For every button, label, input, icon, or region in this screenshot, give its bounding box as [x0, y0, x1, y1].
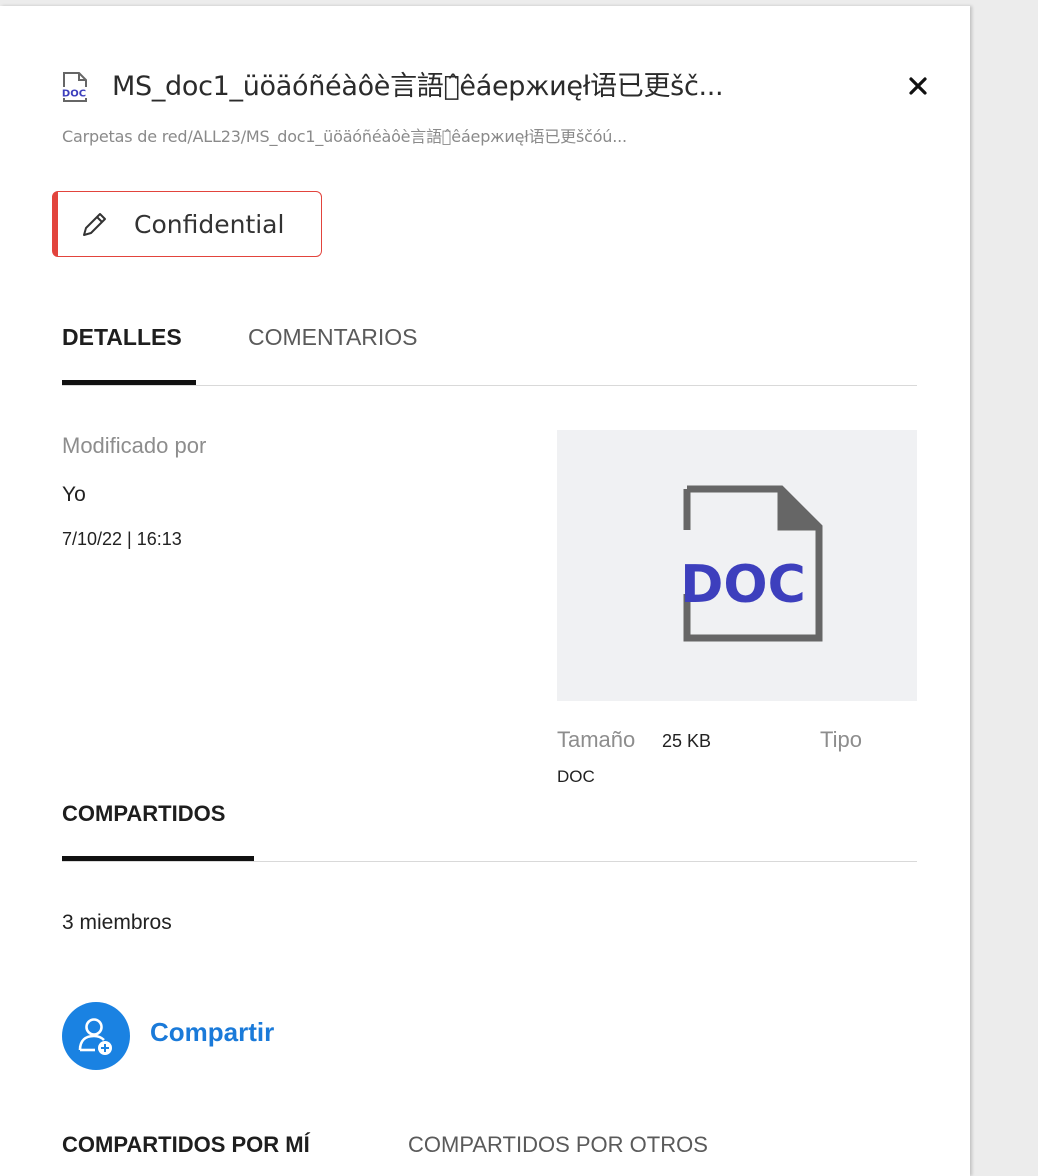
share-button-icon[interactable] [62, 1002, 130, 1070]
tab-shared-by-others[interactable]: COMPARTIDOS POR OTROS [408, 1132, 708, 1158]
file-icon-text: DOC [62, 89, 86, 100]
classification-button[interactable]: Confidential [52, 191, 322, 257]
shared-divider [62, 861, 917, 862]
share-button[interactable]: Compartir [150, 1017, 274, 1048]
shared-underline [62, 856, 254, 861]
shared-section-title: COMPARTIDOS [62, 801, 226, 826]
close-button[interactable] [902, 70, 934, 102]
type-value: DOC [557, 767, 595, 786]
file-preview: DOC [557, 430, 917, 701]
file-title: MS_doc1_üöäóñéàôè言語が̂êáержиęł语已更šč... [112, 71, 724, 102]
size-value: 25 KB [662, 731, 712, 751]
size-label: Tamaño [557, 727, 636, 752]
tabs-divider [62, 385, 917, 386]
background-area [975, 0, 1038, 1176]
add-user-icon [78, 1018, 112, 1055]
doc-preview-icon: DOC [680, 485, 823, 642]
members-count: 3 miembros [62, 911, 172, 934]
close-icon [909, 77, 927, 95]
details-panel: DOC MS_doc1_üöäóñéàôè言語が̂êáержиęł语已更šč..… [0, 6, 970, 1176]
tab-detalles[interactable]: DETALLES [62, 324, 182, 351]
pencil-icon [83, 213, 106, 236]
file-path: Carpetas de red/ALL23/MS_doc1_üöäóñéàôè言… [62, 127, 627, 146]
modified-by-label: Modificado por [62, 433, 207, 458]
tab-comentarios[interactable]: COMENTARIOS [248, 324, 418, 351]
doc-file-icon: DOC [60, 72, 90, 102]
modified-by-value: Yo [62, 483, 86, 506]
preview-type-text: DOC [680, 555, 806, 615]
type-label: Tipo [820, 727, 862, 752]
active-tab-indicator [62, 380, 196, 385]
classification-label: Confidential [134, 209, 285, 239]
tab-shared-by-me[interactable]: COMPARTIDOS POR MÍ [62, 1132, 310, 1158]
modified-date: 7/10/22 | 16:13 [62, 529, 182, 549]
